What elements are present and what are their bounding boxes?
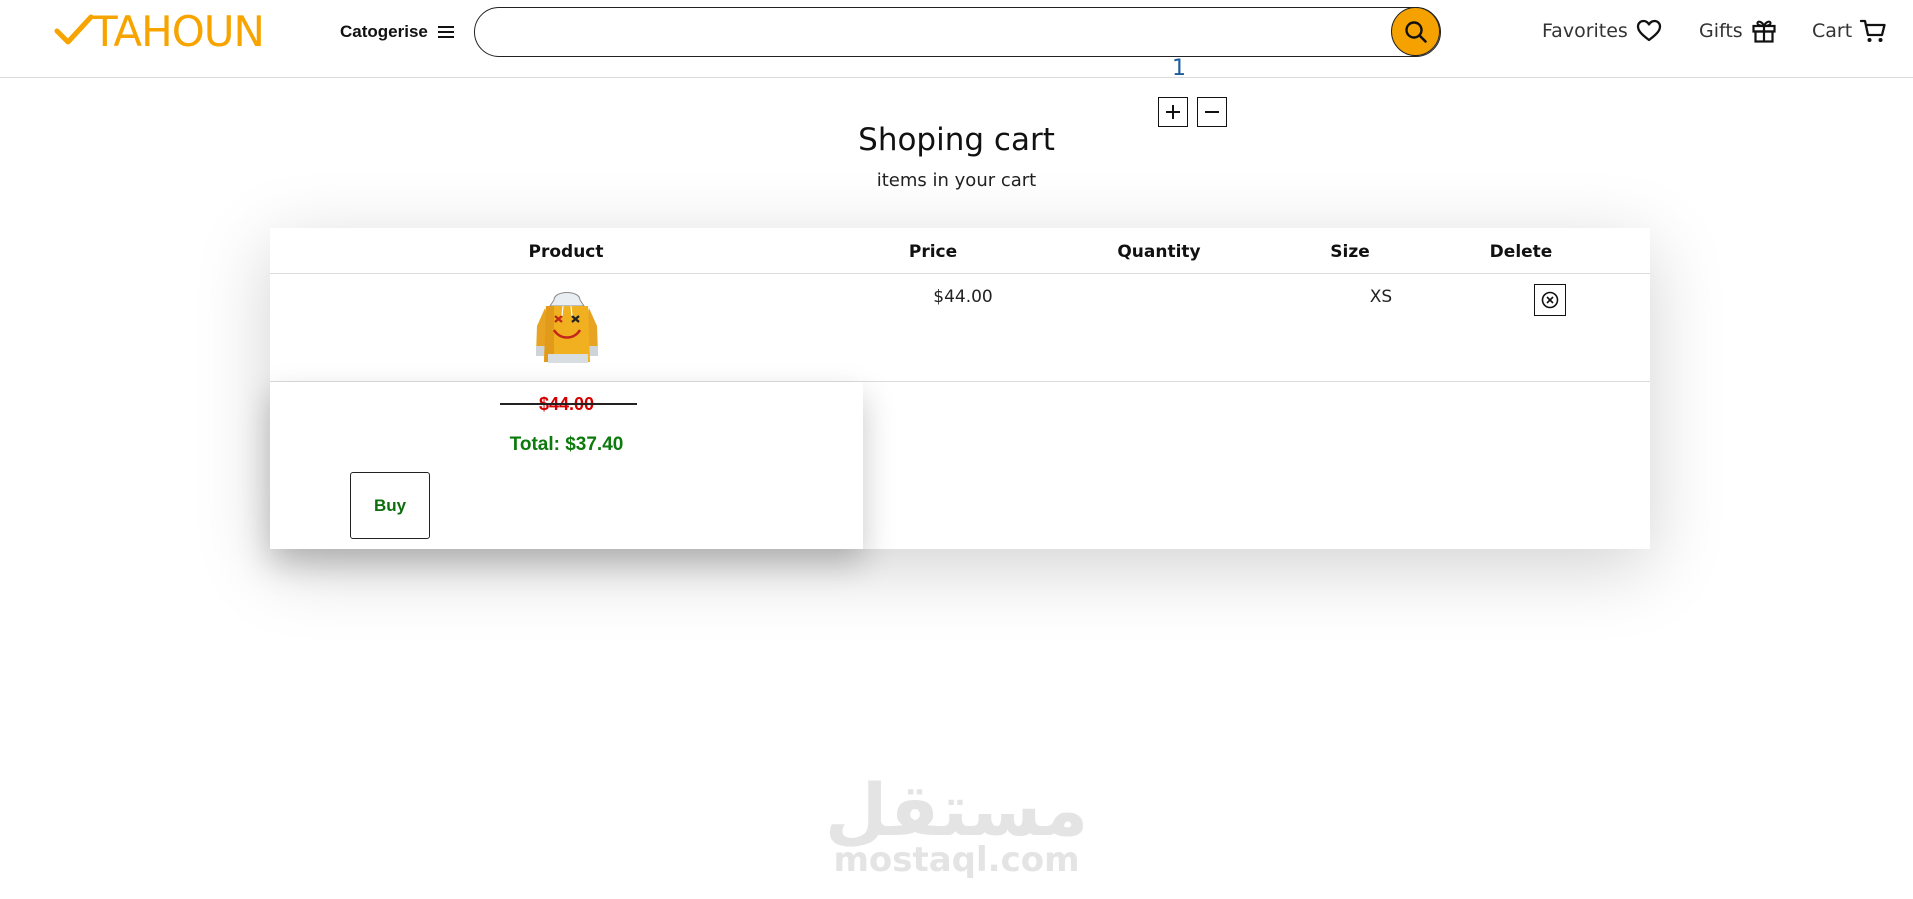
watermark-latin: mostaql.com — [833, 840, 1080, 880]
quantity-increase-button[interactable] — [1158, 97, 1188, 127]
column-header-price: Price — [908, 242, 958, 262]
nav-favorites-label: Favorites — [1542, 20, 1628, 42]
total-price: Total: $37.40 — [509, 434, 624, 455]
strikethrough-line — [500, 403, 637, 405]
logo-text: TAHOUN — [92, 6, 265, 56]
column-header-delete: Delete — [1489, 242, 1553, 262]
search-icon — [1404, 20, 1427, 43]
categories-label: Catogerise — [340, 22, 428, 41]
watermark-arabic: مستقل — [824, 768, 1089, 852]
nav-cart[interactable]: Cart — [1812, 16, 1887, 46]
column-header-product: Product — [528, 242, 604, 262]
shopping-cart-icon — [1860, 19, 1886, 42]
minus-icon — [1205, 111, 1219, 113]
hamburger-menu-icon — [437, 26, 454, 38]
item-size: XS — [1369, 287, 1393, 307]
logo[interactable]: TAHOUN — [54, 6, 265, 56]
search-button[interactable] — [1391, 7, 1440, 56]
page-subtitle: items in your cart — [876, 170, 1037, 191]
categories-menu-button[interactable]: Catogerise — [340, 20, 455, 44]
original-price: $44.00 — [538, 394, 595, 414]
top-header: TAHOUN Catogerise Favorites Gifts Cart — [0, 0, 1913, 78]
product-image-hoodie[interactable] — [532, 286, 602, 370]
nav-gifts-label: Gifts — [1699, 20, 1743, 42]
buy-button[interactable]: Buy — [350, 472, 430, 539]
item-price: $44.00 — [933, 287, 993, 307]
search-input[interactable] — [495, 16, 1355, 48]
nav-cart-label: Cart — [1812, 20, 1853, 42]
order-summary: $44.00 Total: $37.40 Buy — [270, 382, 863, 549]
page-title: Shoping cart — [858, 122, 1055, 158]
delete-item-button[interactable] — [1534, 284, 1566, 316]
nav-gifts[interactable]: Gifts — [1699, 16, 1778, 46]
checkmark-logo-icon — [54, 14, 94, 45]
item-quantity: 1 — [1172, 56, 1186, 81]
quantity-decrease-button[interactable] — [1197, 97, 1227, 127]
column-header-size: Size — [1330, 242, 1370, 262]
column-header-quantity: Quantity — [1117, 242, 1201, 262]
nav-favorites[interactable]: Favorites — [1542, 16, 1663, 46]
plus-icon — [1166, 105, 1180, 119]
close-circle-icon — [1541, 291, 1559, 309]
heart-icon — [1636, 19, 1661, 42]
search-bar — [474, 7, 1441, 57]
gift-icon — [1752, 20, 1776, 43]
header-divider — [270, 273, 1650, 274]
